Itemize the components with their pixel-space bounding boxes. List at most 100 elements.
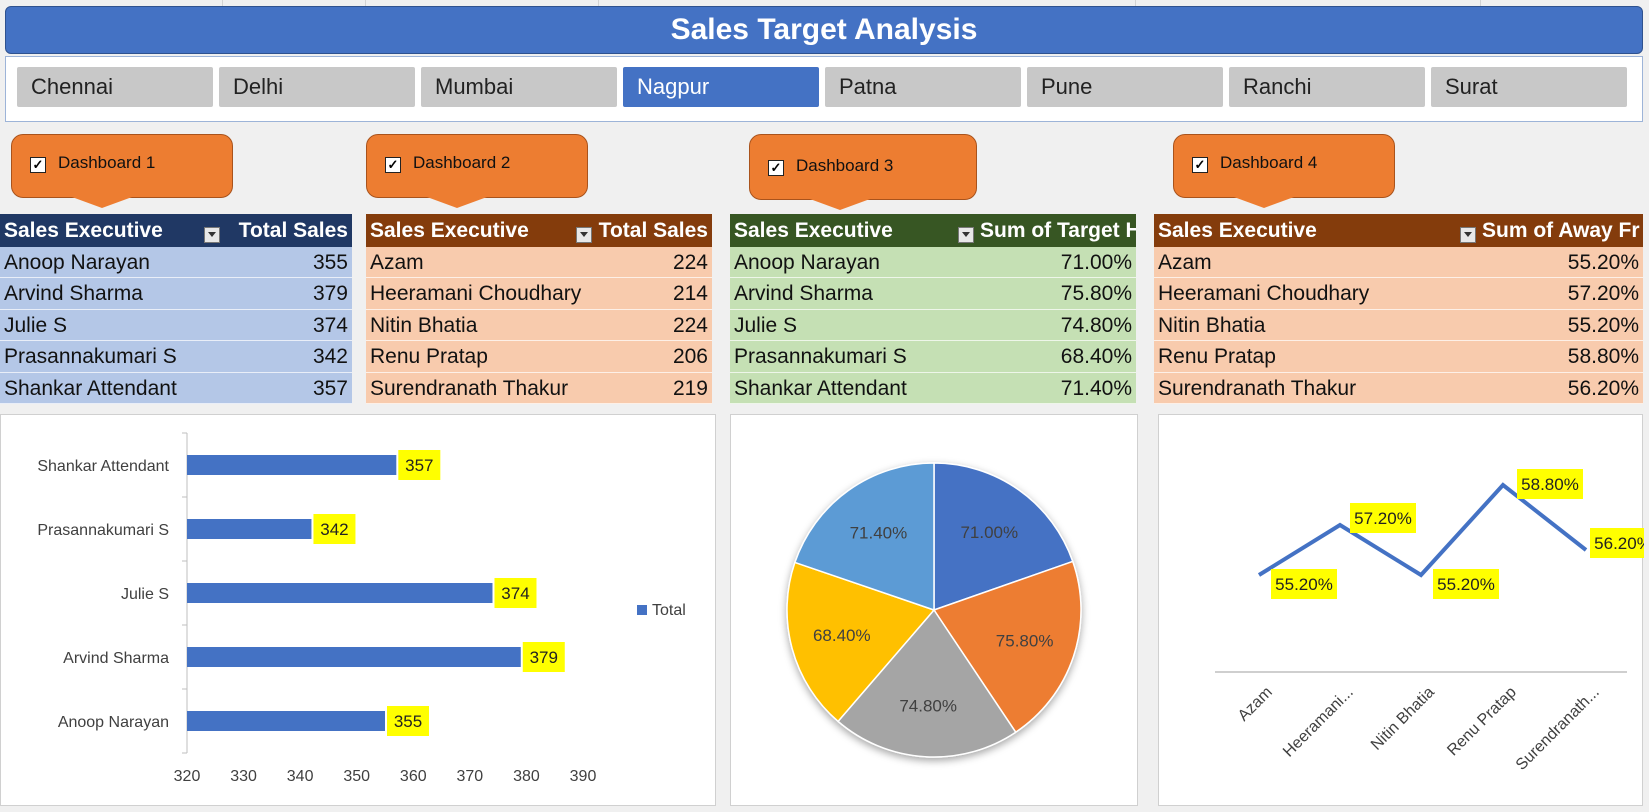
dashboard-1-label: Dashboard 1 <box>58 153 156 172</box>
table-row[interactable]: Azam 224 <box>366 247 712 279</box>
legend-label: Total <box>652 602 686 619</box>
table-row[interactable]: Julie S 374 <box>0 309 352 342</box>
row-value: 379 <box>312 282 348 306</box>
pivot-header: Sales Executive Total Sales <box>0 214 352 247</box>
data-label: 357 <box>405 456 433 475</box>
table-row[interactable]: Heeramani Choudhary 214 <box>366 278 712 310</box>
legend-swatch <box>637 605 647 615</box>
bar-chart-panel[interactable]: Anoop Narayan 355 Arvind Sharma 379 Julie S 3… <box>0 414 716 806</box>
table-row[interactable]: Nitin Bhatia 55.20% <box>1154 309 1643 342</box>
column-header-value: Total Sales <box>238 219 348 242</box>
slicer-item-ranchi[interactable]: Ranchi <box>1229 67 1425 107</box>
x-tick-label: 380 <box>513 768 540 785</box>
row-value: 374 <box>312 313 348 337</box>
x-tick-label: 350 <box>343 768 370 785</box>
table-row[interactable]: Renu Pratap 58.80% <box>1154 341 1643 373</box>
filter-dropdown-icon[interactable] <box>958 227 974 243</box>
row-value: 68.40% <box>1060 345 1132 369</box>
row-value: 342 <box>312 345 348 369</box>
row-name: Azam <box>370 251 424 274</box>
dashboard-4-callout[interactable]: ✓ Dashboard 4 <box>1173 134 1395 208</box>
table-row[interactable]: Arvind Sharma 75.80% <box>730 278 1136 310</box>
data-label: 379 <box>530 648 558 667</box>
table-row[interactable]: Arvind Sharma 379 <box>0 278 352 310</box>
dashboard-3-callout[interactable]: ✓ Dashboard 3 <box>749 134 977 210</box>
data-label: 57.20% <box>1354 509 1412 528</box>
bar <box>187 647 521 667</box>
line-chart: 55.20% 57.20% 55.20% 58.80% 56.20% AzamHeeram… <box>1215 469 1649 774</box>
row-name: Renu Pratap <box>370 345 488 369</box>
column-header-sales-executive: Sales Executive <box>1158 219 1317 242</box>
table-row[interactable]: Shankar Attendant 357 <box>0 372 352 404</box>
checkbox-checked-icon[interactable]: ✓ <box>1192 157 1208 173</box>
row-name: Shankar Attendant <box>734 376 907 400</box>
table-row[interactable]: Prasannakumari S 342 <box>0 341 352 373</box>
slicer-item-chennai[interactable]: Chennai <box>17 67 213 107</box>
row-name: Surendranath Thakur <box>370 376 569 400</box>
slice-label: 68.40% <box>813 626 871 645</box>
row-name: Surendranath Thakur <box>1158 376 1357 400</box>
page-title: Sales Target Analysis <box>5 6 1643 54</box>
table-row[interactable]: Surendranath Thakur 56.20% <box>1154 372 1643 404</box>
dashboard-2-callout[interactable]: ✓ Dashboard 2 <box>366 134 588 208</box>
data-label: 342 <box>320 520 348 539</box>
row-name: Renu Pratap <box>1158 345 1276 369</box>
table-row[interactable]: Renu Pratap 206 <box>366 341 712 373</box>
row-name: Heeramani Choudhary <box>370 282 582 306</box>
data-label: 374 <box>501 584 529 603</box>
table-row[interactable]: Nitin Bhatia 224 <box>366 309 712 342</box>
data-label: 56.20% <box>1594 534 1644 553</box>
slicer-item-mumbai[interactable]: Mumbai <box>421 67 617 107</box>
category-label: Renu Pratap <box>1444 684 1520 760</box>
category-label: Shankar Attendant <box>37 458 169 475</box>
row-value: 206 <box>672 345 708 369</box>
category-label: Arvind Sharma <box>63 650 169 667</box>
pivot-table-away-from-target: Sales Executive Sum of Away Fr Azam 55.20… <box>1154 214 1643 404</box>
row-value: 224 <box>672 251 708 274</box>
table-row[interactable]: Surendranath Thakur 219 <box>366 372 712 404</box>
bar <box>187 583 493 603</box>
slicer-item-delhi[interactable]: Delhi <box>219 67 415 107</box>
checkbox-checked-icon[interactable]: ✓ <box>768 160 784 176</box>
dashboard-4-label: Dashboard 4 <box>1220 153 1318 172</box>
table-row[interactable]: Heeramani Choudhary 57.20% <box>1154 278 1643 310</box>
bar-chart: Anoop Narayan 355 Arvind Sharma 379 Julie S 3… <box>37 432 686 785</box>
table-row[interactable]: Prasannakumari S 68.40% <box>730 341 1136 373</box>
table-row[interactable]: Anoop Narayan 355 <box>0 247 352 279</box>
pie-chart-panel[interactable]: 71.00% 75.80% 74.80% 68.40% 71.40% <box>730 414 1138 806</box>
dashboard-2-label: Dashboard 2 <box>413 153 511 172</box>
row-name: Nitin Bhatia <box>370 313 478 337</box>
filter-dropdown-icon[interactable] <box>1460 227 1476 243</box>
slicer-item-surat[interactable]: Surat <box>1431 67 1627 107</box>
row-name: Arvind Sharma <box>734 282 873 306</box>
table-row[interactable]: Shankar Attendant 71.40% <box>730 372 1136 404</box>
category-label: Azam <box>1235 684 1276 725</box>
row-value: 224 <box>672 313 708 337</box>
pivot-table-target-hit: Sales Executive Sum of Target H Anoop Na… <box>730 214 1136 404</box>
x-tick-label: 370 <box>457 768 484 785</box>
x-tick-label: 320 <box>174 768 201 785</box>
table-row[interactable]: Anoop Narayan 71.00% <box>730 247 1136 279</box>
row-name: Julie S <box>4 313 68 337</box>
filter-dropdown-icon[interactable] <box>204 227 220 243</box>
filter-dropdown-icon[interactable] <box>576 227 592 243</box>
category-label: Nitin Bhatia <box>1368 684 1438 754</box>
checkbox-checked-icon[interactable]: ✓ <box>30 157 46 173</box>
bar <box>187 519 312 539</box>
slicer-item-nagpur[interactable]: Nagpur <box>623 67 819 107</box>
table-row[interactable]: Julie S 74.80% <box>730 309 1136 342</box>
bar <box>187 455 397 475</box>
slice-label: 75.80% <box>996 631 1054 650</box>
row-name: Julie S <box>734 313 798 337</box>
category-label: Anoop Narayan <box>58 714 169 731</box>
checkbox-checked-icon[interactable]: ✓ <box>385 157 401 173</box>
dashboard-1-callout[interactable]: ✓ Dashboard 1 <box>11 134 233 208</box>
dashboard-3-label: Dashboard 3 <box>796 156 894 175</box>
city-slicer: Chennai Delhi Mumbai Nagpur Patna Pune R… <box>5 56 1643 122</box>
line-chart-panel[interactable]: 55.20% 57.20% 55.20% 58.80% 56.20% AzamHeeram… <box>1158 414 1649 806</box>
row-name: Prasannakumari S <box>734 345 907 369</box>
column-header-value: Total Sales <box>598 219 708 242</box>
slicer-item-patna[interactable]: Patna <box>825 67 1021 107</box>
table-row[interactable]: Azam 55.20% <box>1154 247 1643 279</box>
slicer-item-pune[interactable]: Pune <box>1027 67 1223 107</box>
